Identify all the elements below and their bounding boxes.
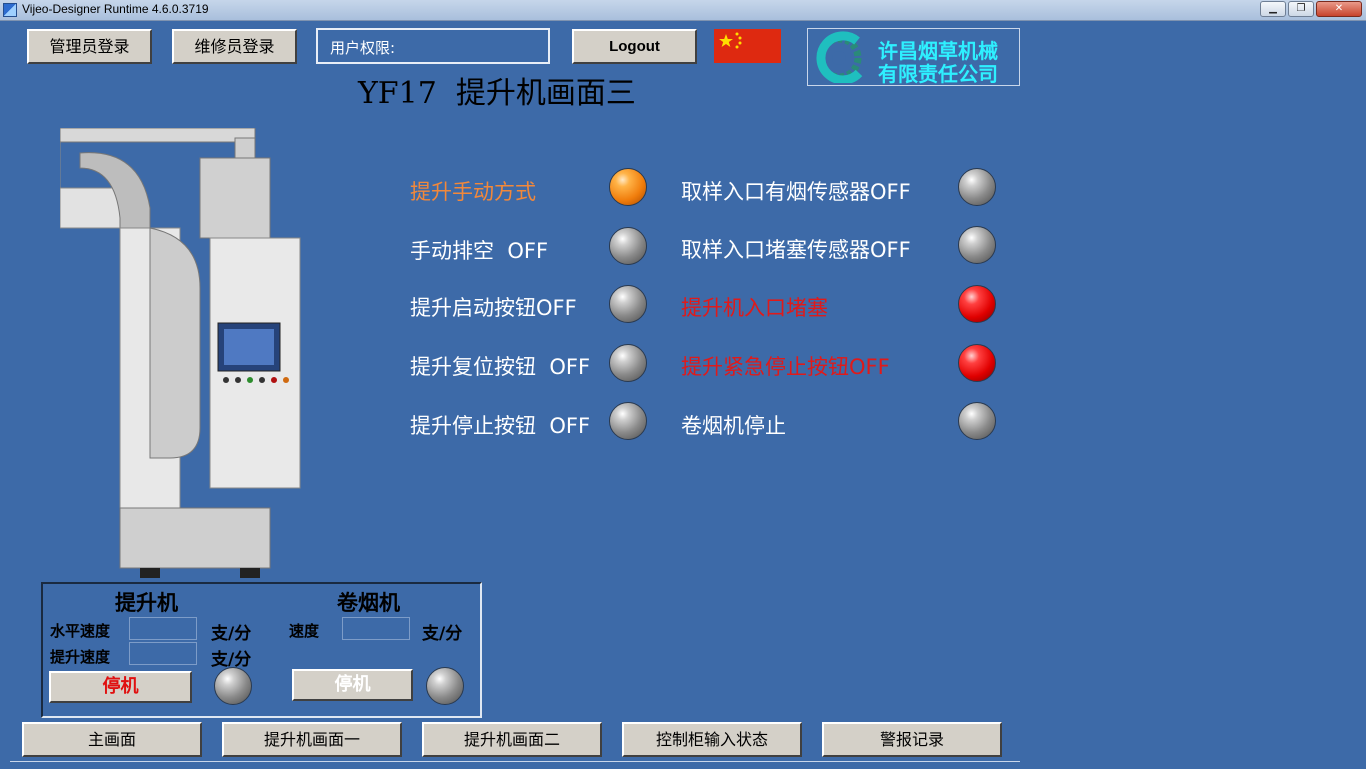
maker-section-title: 卷烟机: [337, 590, 400, 615]
close-button[interactable]: ✕: [1316, 1, 1362, 17]
status-label-sample-smoke-sensor: 取样入口有烟传感器OFF: [681, 180, 911, 204]
status-label-sample-jam-sensor: 取样入口堵塞传感器OFF: [681, 238, 911, 262]
nav-cabinet-input-button[interactable]: 控制柜输入状态: [622, 722, 802, 757]
window-title: Vijeo-Designer Runtime 4.6.0.3719: [22, 2, 209, 16]
maker-speed-unit: 支/分: [422, 624, 463, 644]
window-titlebar: Vijeo-Designer Runtime 4.6.0.3719 ▁ ❐ ✕: [0, 0, 1366, 21]
lamp-maker-running: [426, 667, 464, 705]
lift-speed-label: 提升速度: [50, 648, 111, 666]
company-logo: 许昌烟草机械 有限责任公司: [807, 28, 1020, 86]
lamp-sample-smoke-sensor: [958, 168, 996, 206]
lamp-lift-manual-mode: [609, 168, 647, 206]
status-label-lift-stop-button: 提升停止按钮 OFF: [410, 414, 591, 438]
nav-lift1-button[interactable]: 提升机画面一: [222, 722, 402, 757]
horizontal-speed-unit: 支/分: [211, 624, 252, 644]
lamp-lift-entry-jam: [958, 285, 996, 323]
lamp-manual-empty: [609, 227, 647, 265]
lamp-maker-stopped: [958, 402, 996, 440]
lamp-lift-reset-button: [609, 344, 647, 382]
nav-alarm-log-button[interactable]: 警报记录: [822, 722, 1002, 757]
status-label-lift-emergency-stop: 提升紧急停止按钮OFF: [681, 355, 890, 379]
logout-button[interactable]: Logout: [572, 29, 697, 64]
maker-speed-value: [342, 617, 410, 640]
maker-stop-button[interactable]: 停机: [292, 669, 413, 701]
horizontal-speed-label: 水平速度: [50, 622, 111, 640]
status-label-lift-start-button: 提升启动按钮OFF: [410, 296, 577, 320]
lamp-lift-emergency-stop: [958, 344, 996, 382]
app-icon: [3, 3, 17, 17]
lift-section-title: 提升机: [115, 590, 178, 615]
horizontal-speed-value: [129, 617, 197, 640]
lift-stop-button[interactable]: 停机: [49, 671, 192, 703]
admin-login-button[interactable]: 管理员登录: [27, 29, 152, 64]
status-label-lift-manual-mode: 提升手动方式: [410, 180, 536, 204]
nav-lift2-button[interactable]: 提升机画面二: [422, 722, 602, 757]
company-gear-logo-icon: [816, 31, 863, 83]
user-rights-field: 用户权限:: [316, 28, 550, 64]
company-name-line2: 有限责任公司: [878, 62, 998, 86]
status-label-manual-empty: 手动排空 OFF: [410, 239, 549, 263]
status-label-lift-reset-button: 提升复位按钮 OFF: [410, 355, 591, 379]
lift-speed-value: [129, 642, 197, 665]
lamp-lift-stop-button: [609, 402, 647, 440]
status-label-maker-stopped: 卷烟机停止: [681, 414, 786, 438]
maint-login-button[interactable]: 维修员登录: [172, 29, 297, 64]
lift-machine-image: [60, 128, 301, 578]
minimize-button[interactable]: ▁: [1260, 1, 1286, 17]
user-rights-label: 用户权限:: [330, 39, 396, 57]
maker-speed-label: 速度: [289, 622, 320, 640]
lamp-lift-running: [214, 667, 252, 705]
restore-button[interactable]: ❐: [1288, 1, 1314, 17]
lamp-sample-jam-sensor: [958, 226, 996, 264]
speed-panel: 提升机 卷烟机 水平速度 支/分 提升速度 支/分 速度 支/分 停机 停机: [41, 582, 482, 718]
lamp-lift-start-button: [609, 285, 647, 323]
status-label-lift-entry-jam: 提升机入口堵塞: [681, 296, 828, 320]
nav-main-button[interactable]: 主画面: [22, 722, 202, 757]
china-flag-icon[interactable]: [714, 29, 781, 63]
page-title: YF17 提升机画面三: [358, 76, 636, 111]
